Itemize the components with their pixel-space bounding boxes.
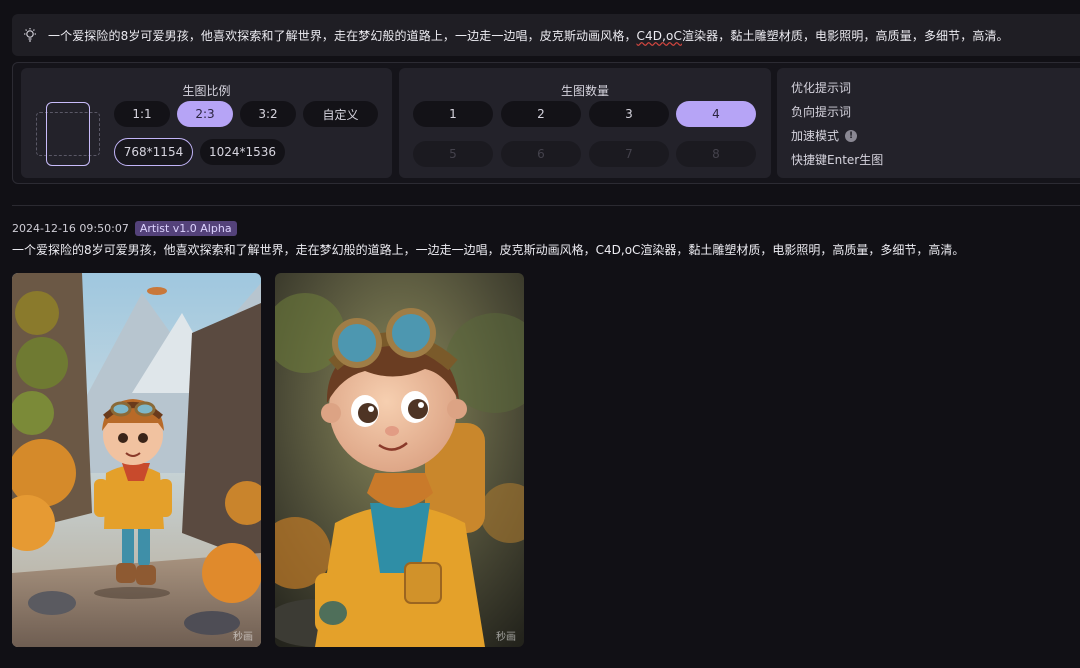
fast-mode-toggle[interactable]: 加速模式! [791,127,858,144]
lightbulb-icon [22,27,38,43]
count-option-2[interactable]: 2 [501,101,581,127]
section-divider [12,205,1080,206]
ratio-title: 生图比例 [182,84,231,98]
ratio-preview-frame [46,102,90,166]
count-option-5: 5 [413,141,493,167]
ratio-panel: 生图比例 1:1 2:3 3:2 自定义 768*1154 1024*1536 [21,68,392,178]
spellcheck-mark: C4D,oC [636,28,682,43]
count-option-6: 6 [501,141,581,167]
shortcut-hint: 快捷键Enter生图 [791,151,883,168]
result-prompt: 一个爱探险的8岁可爱男孩，他喜欢探索和了解世界，走在梦幻般的道路上，一边走一边唱… [12,243,965,257]
count-option-7: 7 [589,141,669,167]
watermark: 秒画 [496,632,516,643]
info-icon[interactable]: ! [845,129,858,142]
result-timestamp: 2024-12-16 09:50:07 [12,222,129,235]
size-option-768[interactable]: 768*1154 [114,138,193,166]
prompt-text[interactable]: 一个爱探险的8岁可爱男孩，他喜欢探索和了解世界，走在梦幻般的道路上，一边走一边唱… [48,27,1009,44]
count-option-4[interactable]: 4 [676,101,756,127]
generation-settings: 生图比例 1:1 2:3 3:2 自定义 768*1154 1024*1536 … [12,62,1080,184]
optimize-prompt-label: 优化提示词 [791,81,852,95]
result-meta: 2024-12-16 09:50:07 Artist v1.0 Alpha [12,221,237,236]
count-panel: 生图数量 1 2 3 4 5 6 7 8 [399,68,771,178]
prompt-input[interactable]: 一个爱探险的8岁可爱男孩，他喜欢探索和了解世界，走在梦幻般的道路上，一边走一边唱… [12,14,1080,56]
negative-prompt-toggle[interactable]: 负向提示词 [791,103,851,120]
count-title: 生图数量 [560,84,609,98]
fast-mode-label: 加速模式 [791,129,840,143]
negative-prompt-label: 负向提示词 [791,105,852,119]
options-panel: 优化提示词 负向提示词 加速模式! 快捷键Enter生图 [777,68,1080,178]
optimize-prompt-toggle[interactable]: 优化提示词 [791,79,851,96]
watermark: 秒画 [233,632,253,643]
generated-image-1[interactable]: 秒画 [12,273,261,647]
count-option-1[interactable]: 1 [413,101,493,127]
model-badge: Artist v1.0 Alpha [134,221,237,236]
ratio-option-3-2[interactable]: 3:2 [240,101,296,127]
count-option-3[interactable]: 3 [589,101,669,127]
size-option-1024[interactable]: 1024*1536 [200,139,285,165]
count-option-8: 8 [676,141,756,167]
generated-image-2[interactable]: 秒画 [275,273,524,647]
ratio-option-1-1[interactable]: 1:1 [114,101,170,127]
shortcut-label: 快捷键Enter生图 [791,153,884,167]
ratio-option-custom[interactable]: 自定义 [303,101,378,127]
ratio-option-2-3[interactable]: 2:3 [177,101,233,127]
